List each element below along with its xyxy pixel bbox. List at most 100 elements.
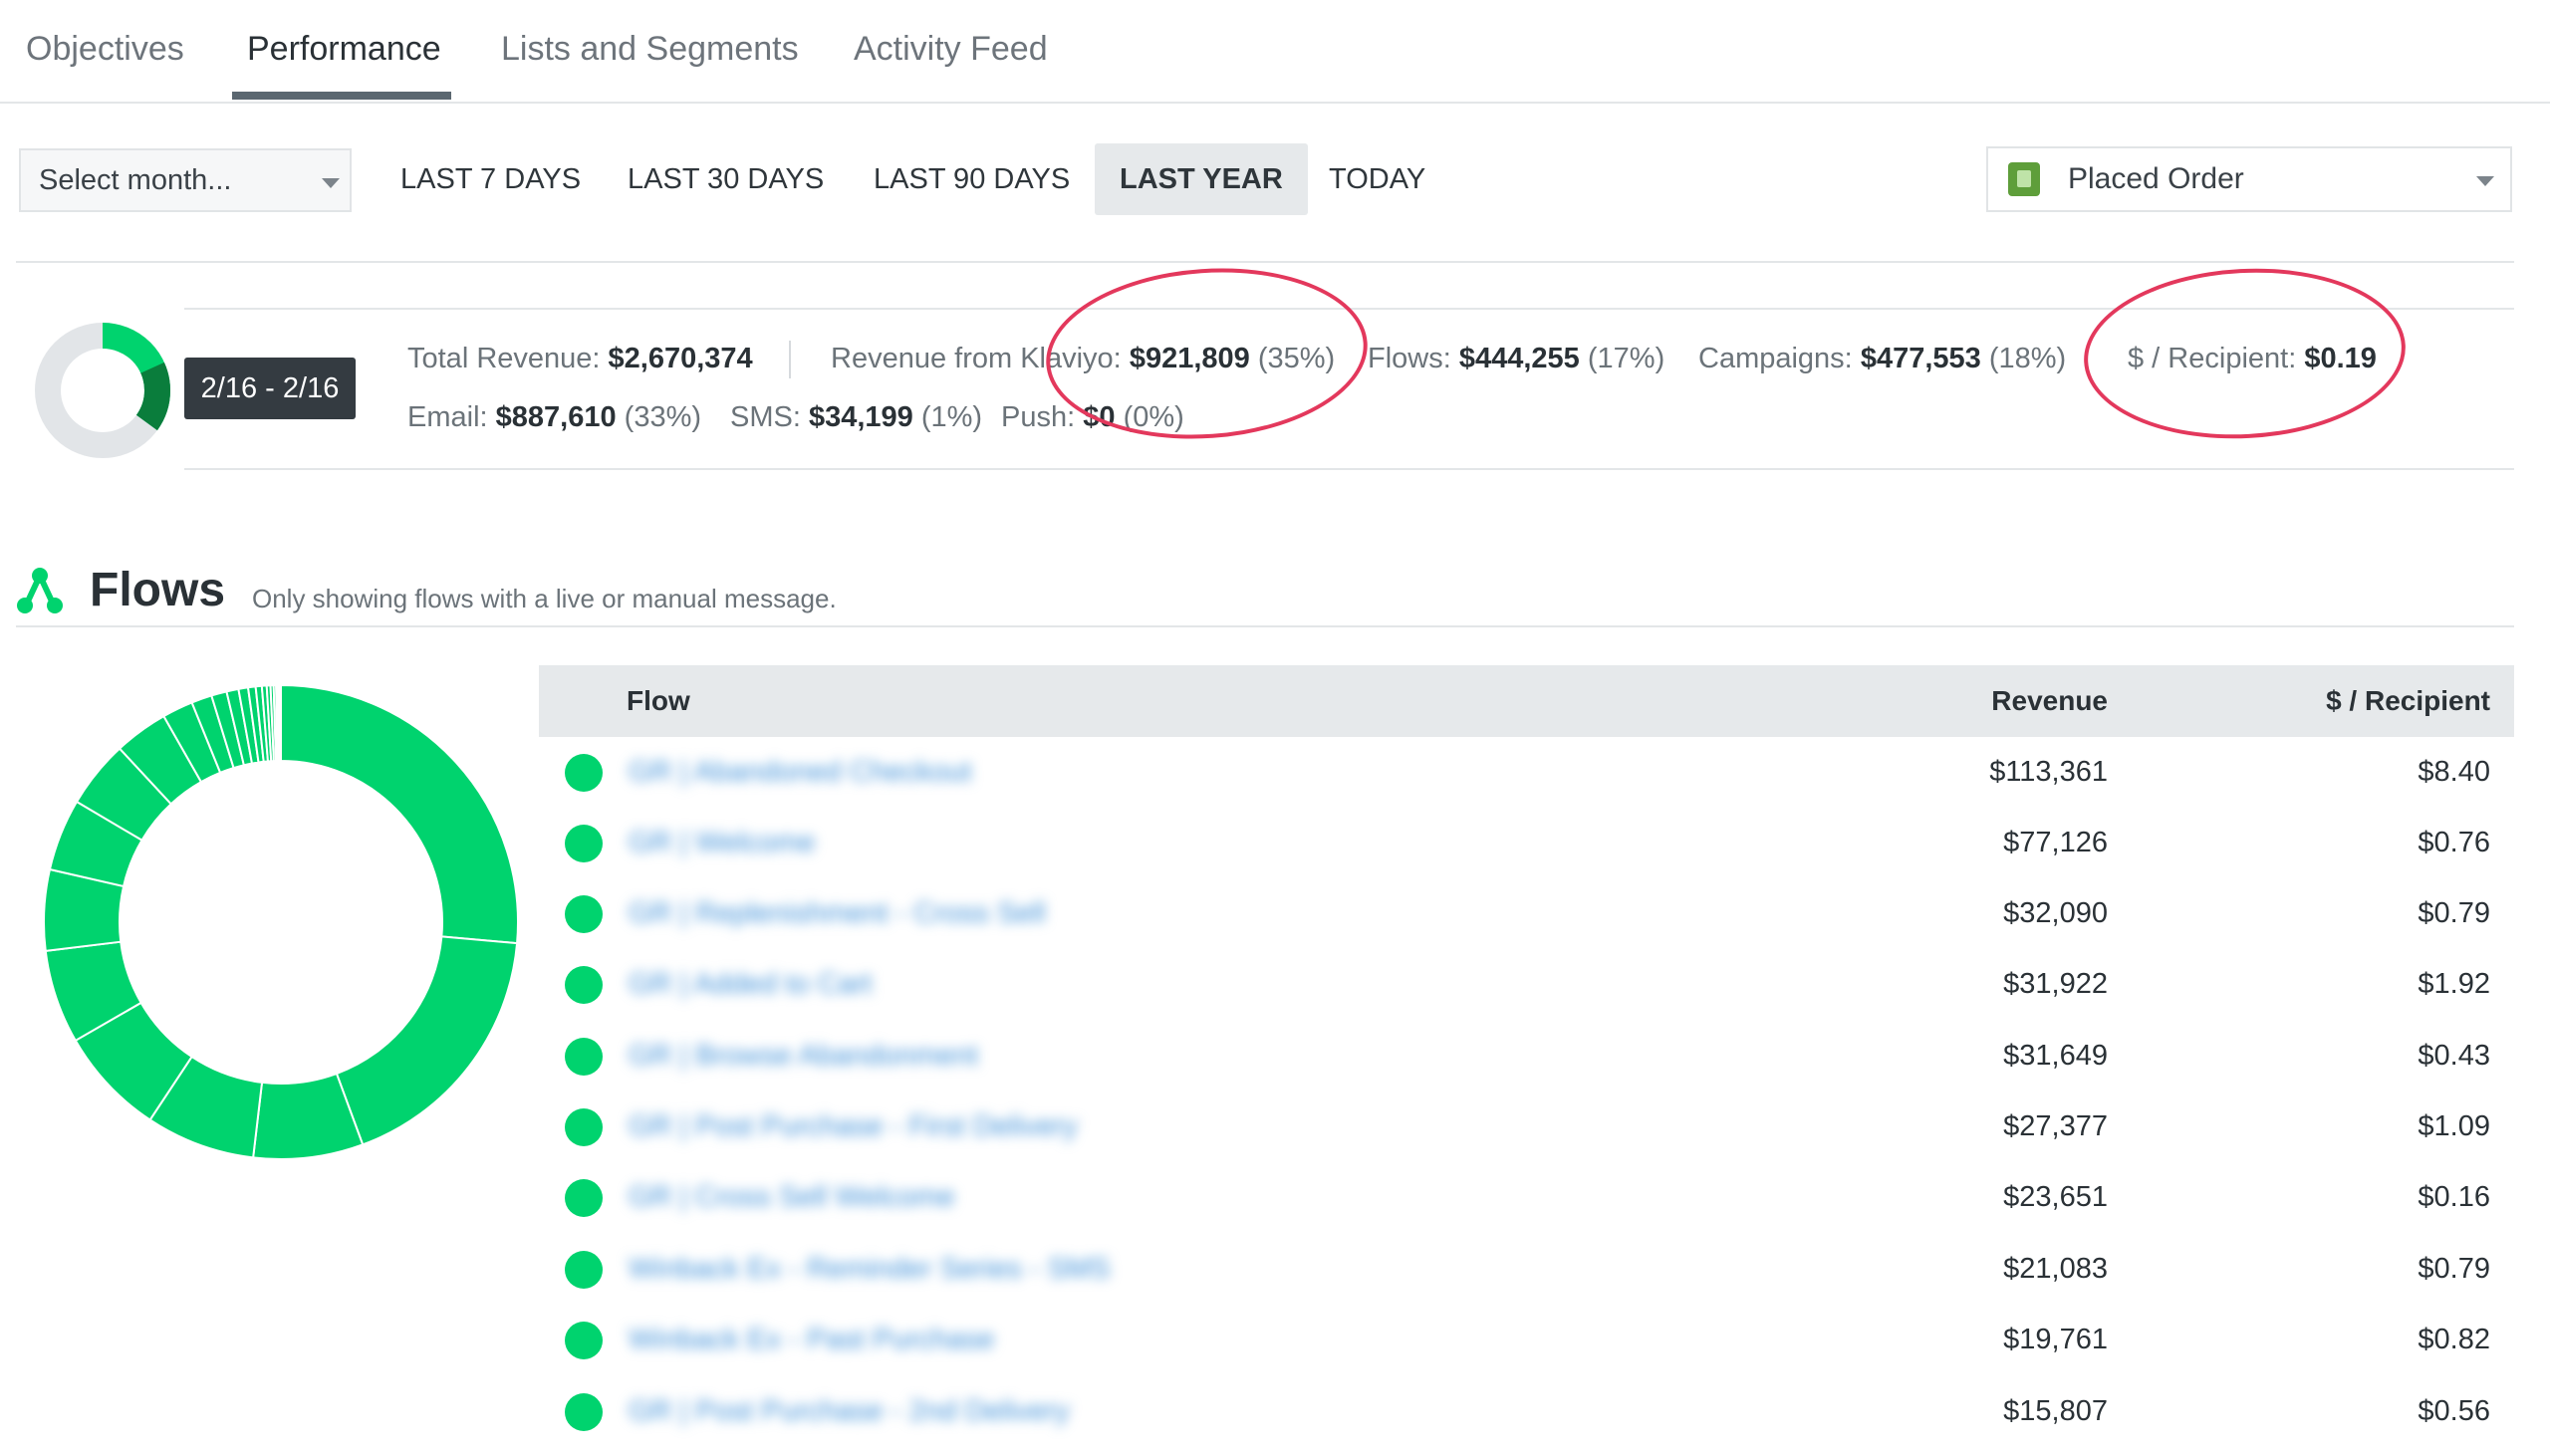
flow-per-recipient: $0.79 bbox=[2418, 1253, 2490, 1285]
table-row: GR | Replenishment - Cross Sell $32,090 … bbox=[539, 876, 2514, 947]
campaigns-revenue-value: $477,553 bbox=[1860, 343, 1981, 374]
flow-name-link[interactable]: GR | Browse Abandonment bbox=[629, 1040, 978, 1073]
divider bbox=[184, 468, 2514, 470]
total-revenue-stat: Total Revenue: $2,670,374 bbox=[407, 343, 753, 375]
flow-per-recipient: $0.79 bbox=[2418, 897, 2490, 929]
flows-icon bbox=[17, 568, 63, 613]
chevron-down-icon bbox=[2476, 176, 2494, 186]
campaigns-revenue-label: Campaigns: bbox=[1698, 343, 1853, 374]
range-last-year[interactable]: LAST YEAR bbox=[1095, 143, 1308, 215]
tab-performance[interactable]: Performance bbox=[247, 30, 441, 69]
range-today[interactable]: TODAY bbox=[1304, 143, 1450, 215]
flow-per-recipient: $1.92 bbox=[2418, 968, 2490, 1000]
select-month-label: Select month... bbox=[39, 164, 232, 196]
tab-bar: Objectives Performance Lists and Segment… bbox=[0, 0, 2550, 104]
tab-objectives[interactable]: Objectives bbox=[26, 30, 184, 69]
flow-revenue: $21,083 bbox=[2003, 1253, 2108, 1285]
status-dot bbox=[565, 1322, 603, 1359]
email-revenue-stat: Email: $887,610 (33%) bbox=[407, 401, 701, 434]
total-revenue-label: Total Revenue: bbox=[407, 343, 601, 374]
flow-revenue: $31,649 bbox=[2003, 1040, 2108, 1072]
status-dot bbox=[565, 1251, 603, 1289]
status-dot bbox=[565, 1108, 603, 1146]
flow-per-recipient: $0.76 bbox=[2418, 827, 2490, 858]
status-dot bbox=[565, 1038, 603, 1076]
annotation-circle-per-recipient bbox=[2079, 260, 2411, 447]
flow-name-link[interactable]: GR | Post Purchase - First Delivery bbox=[629, 1110, 1078, 1143]
status-dot bbox=[565, 754, 603, 792]
status-dot bbox=[565, 825, 603, 862]
campaigns-revenue-stat: Campaigns: $477,553 (18%) bbox=[1698, 343, 2066, 375]
flow-revenue: $77,126 bbox=[2003, 827, 2108, 858]
tab-lists-and-segments[interactable]: Lists and Segments bbox=[501, 30, 799, 69]
divider bbox=[16, 625, 2514, 627]
flow-revenue: $15,807 bbox=[2003, 1395, 2108, 1427]
status-dot bbox=[565, 1179, 603, 1217]
flow-name-link[interactable]: Winback Ex - Past Purchase bbox=[629, 1324, 994, 1356]
stat-separator bbox=[789, 341, 791, 378]
sms-revenue-stat: SMS: $34,199 (1%) bbox=[730, 401, 982, 434]
table-row: GR | Abandoned Checkout $113,361 $8.40 bbox=[539, 735, 2514, 806]
flows-revenue-label: Flows: bbox=[1368, 343, 1451, 374]
flow-name-link[interactable]: GR | Abandoned Checkout bbox=[629, 756, 972, 789]
chevron-down-icon bbox=[322, 178, 340, 188]
flows-donut-segment[interactable] bbox=[335, 935, 519, 1146]
flow-per-recipient: $0.16 bbox=[2418, 1181, 2490, 1213]
column-header-per-recipient[interactable]: $ / Recipient bbox=[2326, 685, 2490, 717]
flow-revenue: $31,922 bbox=[2003, 968, 2108, 1000]
flow-name-link[interactable]: GR | Replenishment - Cross Sell bbox=[629, 897, 1046, 930]
flows-revenue-pct: (17%) bbox=[1587, 343, 1665, 374]
flow-revenue: $27,377 bbox=[2003, 1110, 2108, 1142]
table-row: GR | Welcome $77,126 $0.76 bbox=[539, 806, 2514, 876]
summary-donut-chart bbox=[35, 323, 170, 458]
flow-revenue: $113,361 bbox=[1989, 756, 2108, 788]
campaigns-revenue-pct: (18%) bbox=[1988, 343, 2067, 374]
flows-revenue-stat: Flows: $444,255 (17%) bbox=[1368, 343, 1664, 375]
table-row: Winback Ex - Reminder Series - SMS $21,0… bbox=[539, 1232, 2514, 1303]
column-header-flow[interactable]: Flow bbox=[627, 685, 690, 717]
metric-label: Placed Order bbox=[2068, 162, 2244, 195]
flow-revenue: $23,651 bbox=[2003, 1181, 2108, 1213]
email-revenue-label: Email: bbox=[407, 401, 488, 433]
divider bbox=[16, 261, 2514, 263]
status-dot bbox=[565, 1393, 603, 1431]
flow-per-recipient: $8.40 bbox=[2418, 756, 2490, 788]
range-last-90-days[interactable]: LAST 90 DAYS bbox=[849, 143, 1095, 215]
table-row: GR | Cross Sell Welcome $23,651 $0.16 bbox=[539, 1160, 2514, 1231]
sms-revenue-value: $34,199 bbox=[808, 401, 913, 433]
shopify-icon bbox=[2008, 162, 2040, 196]
flows-revenue-value: $444,255 bbox=[1458, 343, 1580, 374]
flow-name-link[interactable]: GR | Welcome bbox=[629, 827, 815, 859]
table-row: Winback Ex - Past Purchase $19,761 $0.82 bbox=[539, 1303, 2514, 1373]
metric-dropdown[interactable]: Placed Order bbox=[1986, 146, 2512, 212]
flow-revenue: $32,090 bbox=[2003, 897, 2108, 929]
tab-activity-feed[interactable]: Activity Feed bbox=[854, 30, 1048, 69]
total-revenue-value: $2,670,374 bbox=[608, 343, 753, 374]
table-row: GR | Post Purchase - First Delivery $27,… bbox=[539, 1090, 2514, 1160]
flow-name-link[interactable]: GR | Post Purchase - 2nd Delivery bbox=[629, 1395, 1070, 1428]
flows-donut-segment[interactable] bbox=[279, 683, 282, 763]
flow-name-link[interactable]: GR | Cross Sell Welcome bbox=[629, 1181, 955, 1214]
flow-per-recipient: $0.56 bbox=[2418, 1395, 2490, 1427]
range-last-7-days[interactable]: LAST 7 DAYS bbox=[376, 143, 606, 215]
flow-per-recipient: $1.09 bbox=[2418, 1110, 2490, 1142]
flow-name-link[interactable]: GR | Added to Cart bbox=[629, 968, 873, 1001]
flow-revenue: $19,761 bbox=[2003, 1324, 2108, 1355]
flows-heading: Flows bbox=[90, 564, 226, 616]
column-header-revenue[interactable]: Revenue bbox=[1991, 685, 2108, 717]
flow-per-recipient: $0.82 bbox=[2418, 1324, 2490, 1355]
range-last-30-days[interactable]: LAST 30 DAYS bbox=[603, 143, 849, 215]
sms-revenue-label: SMS: bbox=[730, 401, 801, 433]
flow-per-recipient: $0.43 bbox=[2418, 1040, 2490, 1072]
email-revenue-value: $887,610 bbox=[495, 401, 617, 433]
flows-donut-segment[interactable] bbox=[280, 683, 519, 945]
active-tab-indicator bbox=[232, 92, 451, 100]
flows-table-header: Flow Revenue $ / Recipient bbox=[539, 665, 2514, 737]
flow-name-link[interactable]: Winback Ex - Reminder Series - SMS bbox=[629, 1253, 1110, 1286]
status-dot bbox=[565, 966, 603, 1004]
table-row: GR | Post Purchase - 2nd Delivery $15,80… bbox=[539, 1374, 2514, 1445]
sms-revenue-pct: (1%) bbox=[920, 401, 983, 433]
table-row: GR | Browse Abandonment $31,649 $0.43 bbox=[539, 1019, 2514, 1090]
select-month-dropdown[interactable]: Select month... bbox=[19, 148, 352, 212]
date-range-badge: 2/16 - 2/16 bbox=[184, 358, 356, 419]
